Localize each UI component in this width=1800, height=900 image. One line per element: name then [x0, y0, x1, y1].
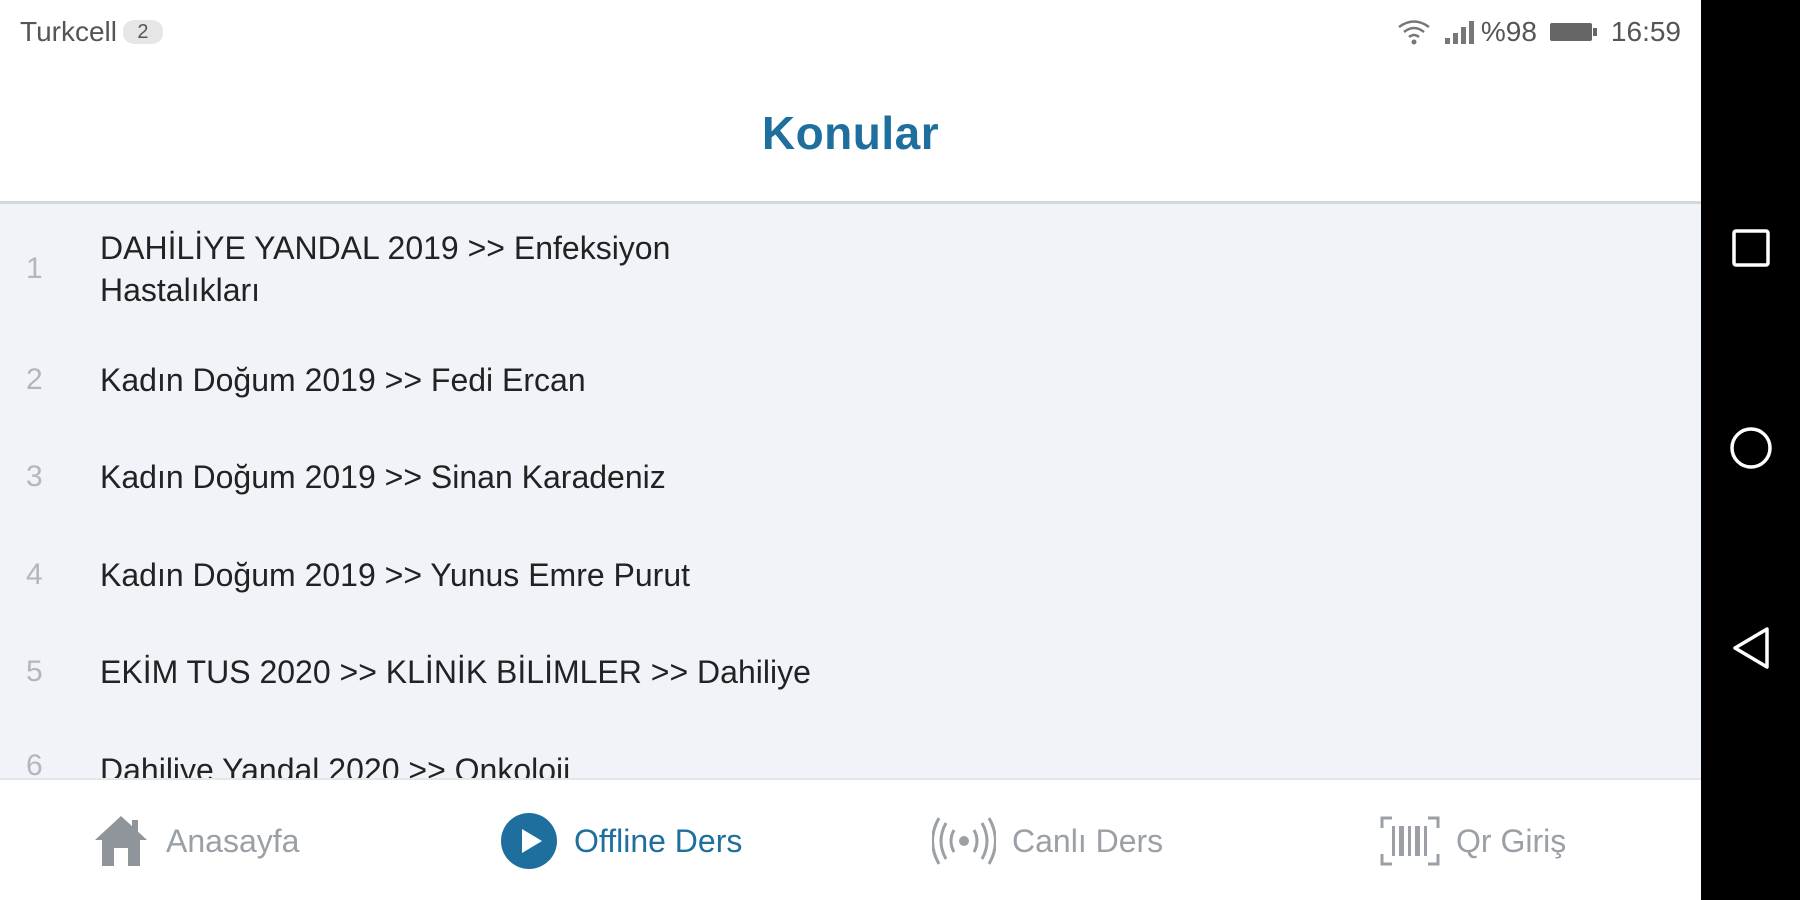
item-number: 1	[26, 252, 43, 285]
item-title: Kadın Doğum 2019 >> Fedi Ercan	[100, 361, 586, 398]
item-title: EKİM TUS 2020 >> KLİNİK BİLİMLER >> Dahi…	[100, 654, 811, 691]
list-item[interactable]: 4 Kadın Doğum 2019 >> Yunus Emre Purut	[0, 526, 1701, 624]
nav-live-lessons[interactable]: Canlı Ders	[932, 780, 1163, 900]
home-system-button[interactable]	[1701, 405, 1800, 495]
nav-qr-login[interactable]: Qr Giriş	[1380, 780, 1566, 900]
battery-icon	[1549, 20, 1599, 44]
list-item[interactable]: 1 DAHİLİYE YANDAL 2019 >> Enfeksiyon Has…	[0, 207, 1701, 331]
item-title: DAHİLİYE YANDAL 2019 >> Enfeksiyon Hasta…	[100, 230, 671, 308]
item-number: 5	[26, 655, 43, 689]
nav-label: Canlı Ders	[1012, 822, 1164, 859]
carrier-name: Turkcell	[20, 16, 117, 47]
item-number: 3	[26, 460, 43, 494]
sim-badge: 2	[122, 20, 163, 44]
home-icon	[92, 812, 150, 870]
barcode-scan-icon	[1380, 816, 1440, 866]
back-triangle-icon	[1730, 625, 1772, 676]
status-bar: Turkcell 2 %98 16:59	[0, 0, 1701, 64]
topic-list[interactable]: 1 DAHİLİYE YANDAL 2019 >> Enfeksiyon Has…	[0, 207, 1701, 778]
item-number: 6	[26, 749, 43, 778]
broadcast-icon	[932, 816, 996, 866]
android-nav-bar	[1701, 0, 1800, 900]
signal-icon	[1443, 19, 1479, 45]
app-header: Konular	[0, 64, 1701, 204]
item-title: Kadın Doğum 2019 >> Yunus Emre Purut	[100, 556, 691, 593]
home-circle-icon	[1728, 425, 1774, 476]
clock: 16:59	[1610, 16, 1681, 47]
nav-label: Offline Ders	[574, 822, 743, 859]
back-button[interactable]	[1701, 605, 1800, 695]
play-circle-icon	[500, 812, 558, 870]
list-item[interactable]: 2 Kadın Doğum 2019 >> Fedi Ercan	[0, 331, 1701, 429]
list-item[interactable]: 6 Dahiliye Yandal 2020 >> Onkoloji	[0, 721, 1701, 778]
bottom-nav: Anasayfa Offline Ders Canlı Ders Qr Giri…	[0, 778, 1701, 900]
list-item[interactable]: 3 Kadın Doğum 2019 >> Sinan Karadeniz	[0, 429, 1701, 527]
status-icons: %98 16:59	[1397, 16, 1681, 48]
battery-percent: %98	[1480, 16, 1537, 47]
item-number: 4	[26, 557, 43, 591]
recents-button[interactable]	[1701, 205, 1800, 295]
item-title: Dahiliye Yandal 2020 >> Onkoloji	[100, 752, 571, 778]
page-title: Konular	[761, 106, 940, 159]
nav-home[interactable]: Anasayfa	[92, 780, 299, 900]
wifi-icon	[1397, 19, 1431, 45]
nav-label: Qr Giriş	[1456, 822, 1567, 859]
item-title: Kadın Doğum 2019 >> Sinan Karadeniz	[100, 459, 666, 496]
app-screen: Turkcell 2 %98 16:59 Konular 1 DAHİLİYE …	[0, 0, 1701, 900]
recents-icon	[1731, 228, 1771, 273]
item-number: 2	[26, 362, 43, 396]
nav-offline-lessons[interactable]: Offline Ders	[500, 780, 742, 900]
nav-label: Anasayfa	[166, 822, 300, 859]
list-item[interactable]: 5 EKİM TUS 2020 >> KLİNİK BİLİMLER >> Da…	[0, 624, 1701, 722]
